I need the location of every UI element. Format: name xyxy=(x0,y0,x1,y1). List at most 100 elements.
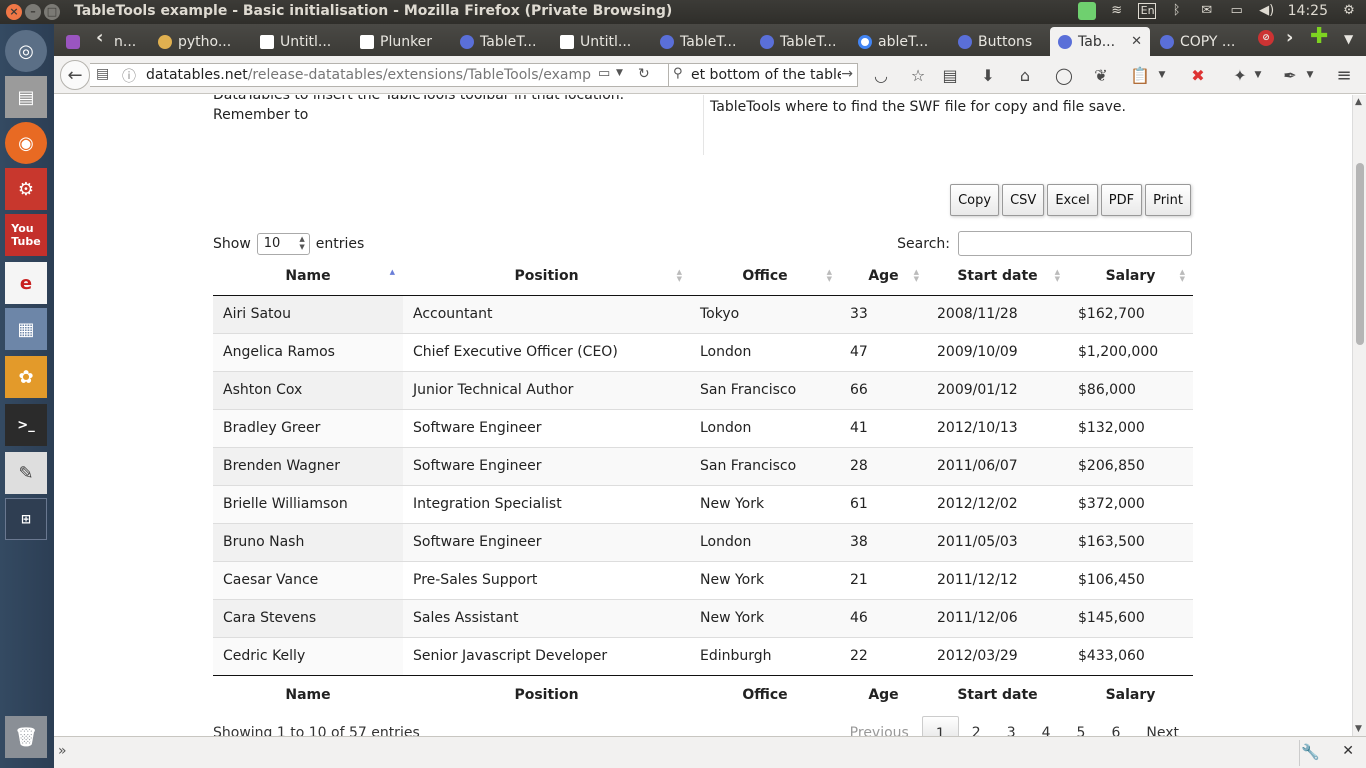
blocked-icon[interactable]: ⊘ xyxy=(1258,30,1274,46)
list-tabs-icon[interactable]: ▼ xyxy=(1344,32,1353,46)
trash-icon[interactable]: 🗑 xyxy=(5,716,47,758)
bluetooth-icon[interactable]: ᛒ xyxy=(1168,3,1186,19)
extension-icon[interactable]: ✦ xyxy=(1230,65,1250,85)
table-row[interactable]: Cara Stevens Sales Assistant New York 46 201… xyxy=(213,598,1193,637)
reload-icon[interactable]: ↻ xyxy=(638,66,650,82)
tab-5[interactable]: Untitl... xyxy=(552,27,648,56)
bookmarks-list-icon[interactable]: ▤ xyxy=(940,65,960,85)
page-button-3[interactable]: 3 xyxy=(994,716,1029,736)
tab-2[interactable]: Untitl... xyxy=(252,27,348,56)
table-row[interactable]: Ashton Cox Junior Technical Author San Fra… xyxy=(213,370,1193,409)
extension-dropdown-icon[interactable]: ▼ xyxy=(1248,65,1268,85)
search-go-icon[interactable]: → xyxy=(841,66,853,82)
dropper-icon[interactable]: ✒ xyxy=(1280,65,1300,85)
reader-view-icon[interactable]: ▭ xyxy=(598,66,610,81)
column-header-0[interactable]: Name ▲ xyxy=(213,258,403,296)
tab-11[interactable]: COPY ... xyxy=(1152,27,1252,56)
pocket-icon[interactable]: ◡ xyxy=(871,65,891,85)
wifi-icon[interactable]: ≋ xyxy=(1108,3,1126,19)
tab-3[interactable]: Plunker xyxy=(352,27,448,56)
table-row[interactable]: Angelica Ramos Chief Executive Officer (C… xyxy=(213,332,1193,371)
scroll-down-icon[interactable]: ▼ xyxy=(1355,724,1362,734)
tab-8[interactable]: ableT... xyxy=(850,27,946,56)
table-row[interactable]: Bruno Nash Software Engineer London 38 2011/… xyxy=(213,522,1193,561)
ubuntu-dash-icon[interactable]: ◎ xyxy=(5,30,47,72)
table-row[interactable]: Airi Satou Accountant Tokyo 33 2008/11/28 $16… xyxy=(213,295,1193,333)
battery-icon[interactable]: ▭ xyxy=(1228,3,1246,19)
firefox-icon[interactable]: ◉ xyxy=(5,122,47,164)
column-header-3[interactable]: Age ▲ ▼ xyxy=(840,258,927,296)
terminal-icon[interactable]: >_ xyxy=(5,404,47,446)
tab-scroll-right-icon[interactable]: › xyxy=(1286,27,1293,48)
reader-list-icon[interactable]: ▤ xyxy=(96,66,109,82)
back-button[interactable]: ← xyxy=(60,60,90,90)
photos-icon[interactable]: ▦ xyxy=(5,308,47,350)
tab-7[interactable]: TableT... xyxy=(752,27,848,56)
page-button-4[interactable]: 4 xyxy=(1029,716,1064,736)
downloads-icon[interactable]: ⬇ xyxy=(978,65,998,85)
close-tab-icon[interactable]: ✕ xyxy=(1131,34,1142,49)
settings-gear-icon[interactable]: ⚙ xyxy=(1340,3,1358,19)
editor-icon[interactable]: e xyxy=(5,262,47,304)
search-bar[interactable]: ⚲ et bottom of the table → xyxy=(668,63,858,87)
clock[interactable]: 14:25 xyxy=(1288,3,1328,19)
mail-icon[interactable]: ✉ xyxy=(1198,3,1216,19)
volume-icon[interactable]: ◀) xyxy=(1258,3,1276,19)
column-header-2[interactable]: Office ▲ ▼ xyxy=(690,258,840,296)
dropper-dropdown-icon[interactable]: ▼ xyxy=(1300,65,1320,85)
chat-icon[interactable]: ◯ xyxy=(1054,65,1074,85)
print-button[interactable]: Print xyxy=(1145,184,1191,216)
close-addon-bar-icon[interactable]: ✕ xyxy=(1342,743,1354,759)
workspace-switcher-icon[interactable]: ⊞ xyxy=(5,498,47,540)
copy-button[interactable]: Copy xyxy=(950,184,1000,216)
indicator-icon[interactable] xyxy=(1077,2,1096,20)
previous-page-button[interactable]: Previous xyxy=(837,716,922,736)
url-dropdown-icon[interactable]: ▼ xyxy=(616,68,623,78)
next-page-button[interactable]: Next xyxy=(1133,716,1192,736)
page-button-5[interactable]: 5 xyxy=(1064,716,1099,736)
addon-icon[interactable]: ❦ xyxy=(1091,65,1111,85)
tab-private-mask[interactable] xyxy=(58,27,96,56)
site-info-icon[interactable]: ⓘ xyxy=(122,66,136,86)
page-button-2[interactable]: 2 xyxy=(959,716,994,736)
files-icon[interactable]: ▤ xyxy=(5,76,47,118)
minimize-window-icon[interactable]: – xyxy=(25,4,41,20)
tab-6[interactable]: TableT... xyxy=(652,27,748,56)
keyboard-layout-indicator[interactable]: En xyxy=(1137,3,1156,19)
csv-button[interactable]: CSV xyxy=(1002,184,1045,216)
scrollbar-thumb[interactable] xyxy=(1356,163,1364,345)
menu-hamburger-icon[interactable]: ≡ xyxy=(1334,65,1354,86)
text-editor-icon[interactable]: ✎ xyxy=(5,452,47,494)
vertical-scrollbar[interactable]: ▲ ▼ xyxy=(1352,95,1366,736)
new-tab-icon[interactable]: ✚ xyxy=(1310,24,1328,49)
table-row[interactable]: Brenden Wagner Software Engineer San Franc… xyxy=(213,446,1193,485)
clipboard-dropdown-icon[interactable]: ▼ xyxy=(1152,65,1172,85)
home-icon[interactable]: ⌂ xyxy=(1015,65,1035,85)
system-settings-icon[interactable]: ⚙ xyxy=(5,168,47,210)
excel-button[interactable]: Excel xyxy=(1047,184,1098,216)
maximize-window-icon[interactable]: □ xyxy=(44,4,60,20)
table-row[interactable]: Brielle Williamson Integration Specialist… xyxy=(213,484,1193,523)
column-header-1[interactable]: Position ▲ ▼ xyxy=(403,258,690,296)
tab-10-active[interactable]: Tab... ✕ xyxy=(1050,27,1150,56)
column-header-5[interactable]: Salary ▲ ▼ xyxy=(1068,258,1193,296)
table-row[interactable]: Cedric Kelly Senior Javascript Developer E… xyxy=(213,636,1193,675)
table-search-input[interactable] xyxy=(958,231,1192,256)
youtube-icon[interactable]: You Tube xyxy=(5,214,47,256)
url-bar[interactable]: ▤ ⓘ datatables.net/release-datatables/ex… xyxy=(90,63,714,87)
page-button-1[interactable]: 1 xyxy=(921,716,959,736)
tab-9[interactable]: Buttons xyxy=(950,27,1050,56)
expand-chevron-icon[interactable]: » xyxy=(58,743,67,759)
close-window-icon[interactable]: × xyxy=(6,4,22,20)
app-orange-icon[interactable]: ✿ xyxy=(5,356,47,398)
wrench-icon[interactable]: 🔧 xyxy=(1301,743,1320,761)
clipboard-icon[interactable]: 📋 xyxy=(1130,65,1150,85)
entries-select[interactable]: 10 ▲ ▼ xyxy=(256,233,310,255)
colorful-addon-icon[interactable]: ✖ xyxy=(1188,65,1208,85)
table-row[interactable]: Caesar Vance Pre-Sales Support New York 21 2… xyxy=(213,560,1193,599)
table-row[interactable]: Bradley Greer Software Engineer London 41 20… xyxy=(213,408,1193,447)
tab-scroll-left-icon[interactable]: ‹ xyxy=(96,27,103,48)
tab-1[interactable]: pytho... xyxy=(150,27,246,56)
tab-4[interactable]: TableT... xyxy=(452,27,548,56)
pdf-button[interactable]: PDF xyxy=(1100,184,1143,216)
